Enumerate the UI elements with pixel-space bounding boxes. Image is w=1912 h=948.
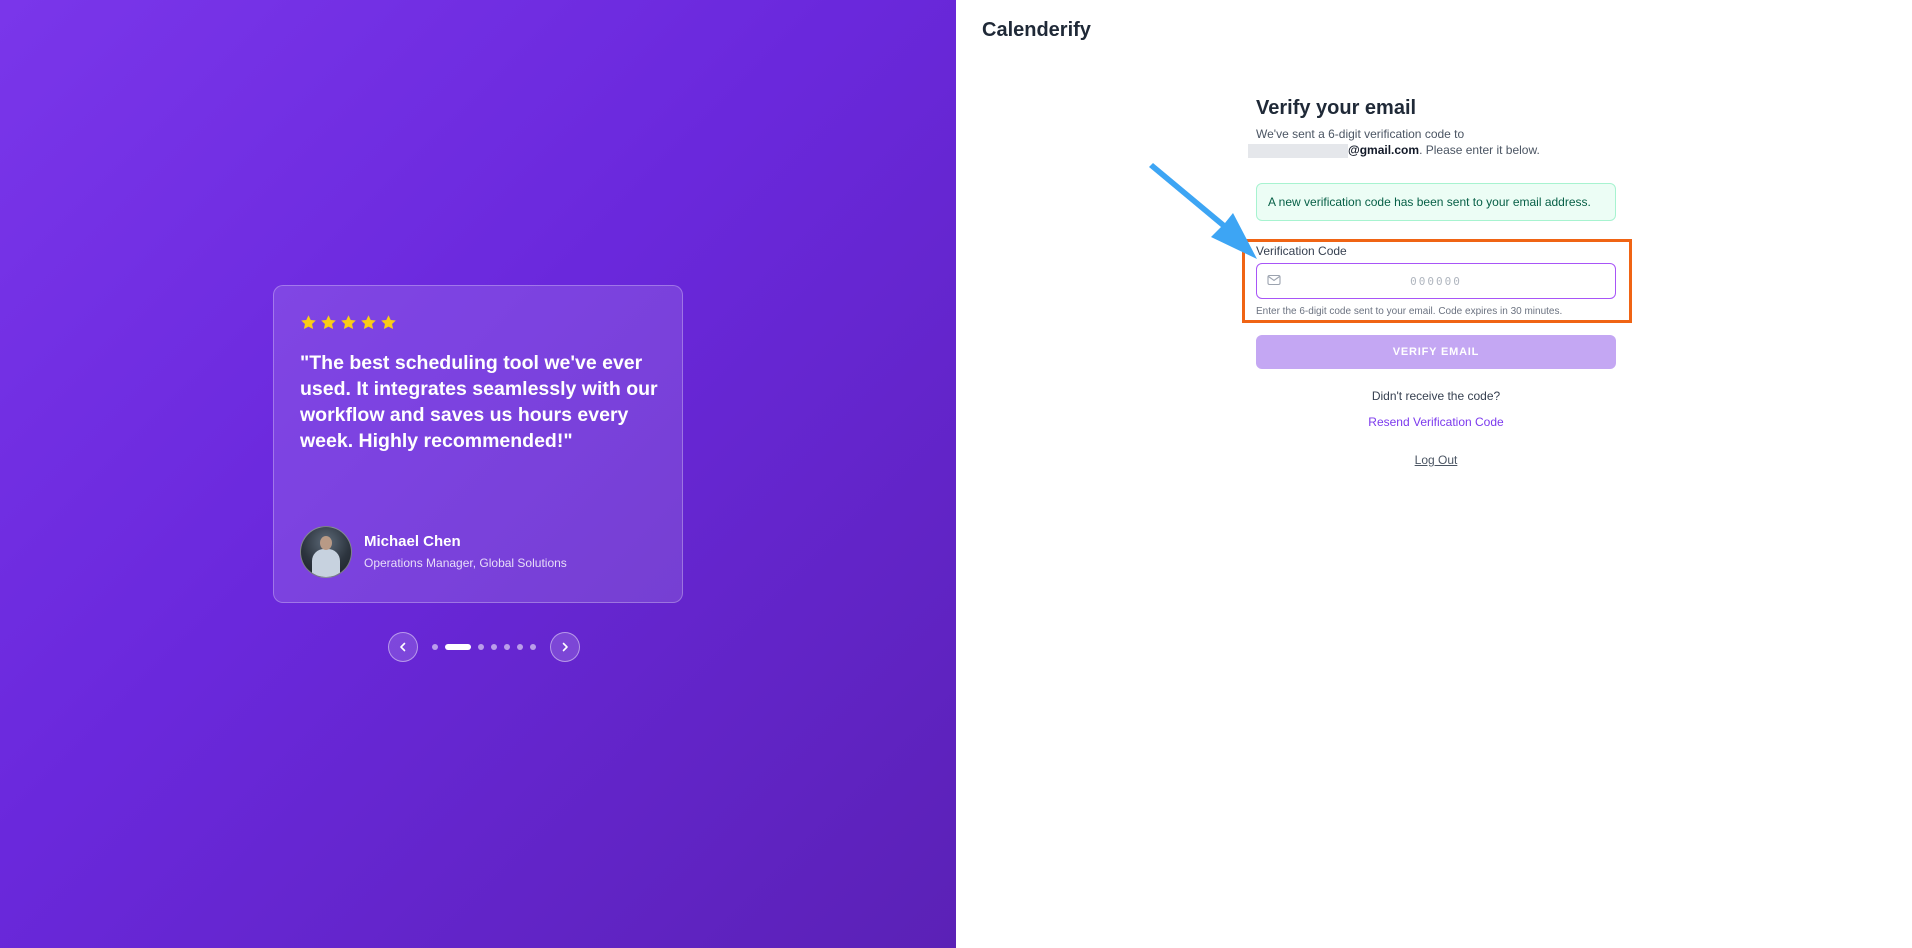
verify-subtitle: We've sent a 6-digit verification code t… (1248, 126, 1616, 158)
redacted-email-user (1248, 143, 1348, 158)
verification-code-input[interactable] (1257, 264, 1615, 298)
carousel-dot[interactable] (432, 644, 438, 650)
page-title: Verify your email (1256, 97, 1417, 119)
carousel-dot[interactable] (491, 644, 497, 650)
verify-form: Verify your email We've sent a 6-digit v… (1242, 94, 1632, 467)
subtitle-suffix: . Please enter it below. (1419, 143, 1540, 157)
mail-icon (1267, 274, 1281, 286)
rating-stars (300, 312, 656, 332)
testimonial-quote: "The best scheduling tool we've ever use… (300, 352, 658, 452)
star-icon (361, 314, 376, 329)
author-name: Michael Chen (364, 533, 461, 550)
star-icon (381, 314, 396, 329)
verify-email-button[interactable]: VERIFY EMAIL (1256, 335, 1616, 369)
verification-code-label: Verification Code (1256, 244, 1347, 258)
carousel-dots (432, 644, 536, 650)
star-icon (341, 314, 356, 329)
carousel-dot[interactable] (504, 644, 510, 650)
author-info: Michael Chen Operations Manager, Global … (364, 532, 567, 572)
star-icon (301, 314, 316, 329)
carousel-nav (388, 631, 580, 663)
code-helper-text: Enter the 6-digit code sent to your emai… (1256, 306, 1563, 317)
carousel-dot[interactable] (478, 644, 484, 650)
carousel-dot[interactable] (517, 644, 523, 650)
verification-code-field[interactable] (1256, 263, 1616, 299)
carousel-prev-button[interactable] (388, 632, 418, 662)
star-icon (321, 314, 336, 329)
avatar (300, 526, 352, 578)
chevron-right-icon (562, 642, 568, 652)
carousel-next-button[interactable] (550, 632, 580, 662)
resend-code-link[interactable]: Resend Verification Code (1256, 415, 1616, 429)
email-domain: @gmail.com (1348, 143, 1420, 157)
chevron-left-icon (400, 642, 406, 652)
success-alert: A new verification code has been sent to… (1256, 183, 1616, 221)
logout-link[interactable]: Log Out (1256, 453, 1616, 467)
subtitle-prefix: We've sent a 6-digit verification code t… (1256, 127, 1465, 141)
author-role: Operations Manager, Global Solutions (364, 556, 567, 570)
app-root: "The best scheduling tool we've ever use… (0, 0, 1912, 948)
didnt-receive-text: Didn't receive the code? (1371, 389, 1501, 403)
carousel-dot[interactable] (530, 644, 536, 650)
carousel-dot[interactable] (445, 644, 471, 650)
verify-panel: Calenderify Verify your email We've sent… (956, 0, 1912, 948)
brand-logo[interactable]: Calenderify (982, 19, 1091, 42)
testimonial-card: "The best scheduling tool we've ever use… (273, 285, 683, 603)
testimonial-panel: "The best scheduling tool we've ever use… (0, 0, 956, 948)
testimonial-author: Michael Chen Operations Manager, Global … (300, 526, 567, 578)
